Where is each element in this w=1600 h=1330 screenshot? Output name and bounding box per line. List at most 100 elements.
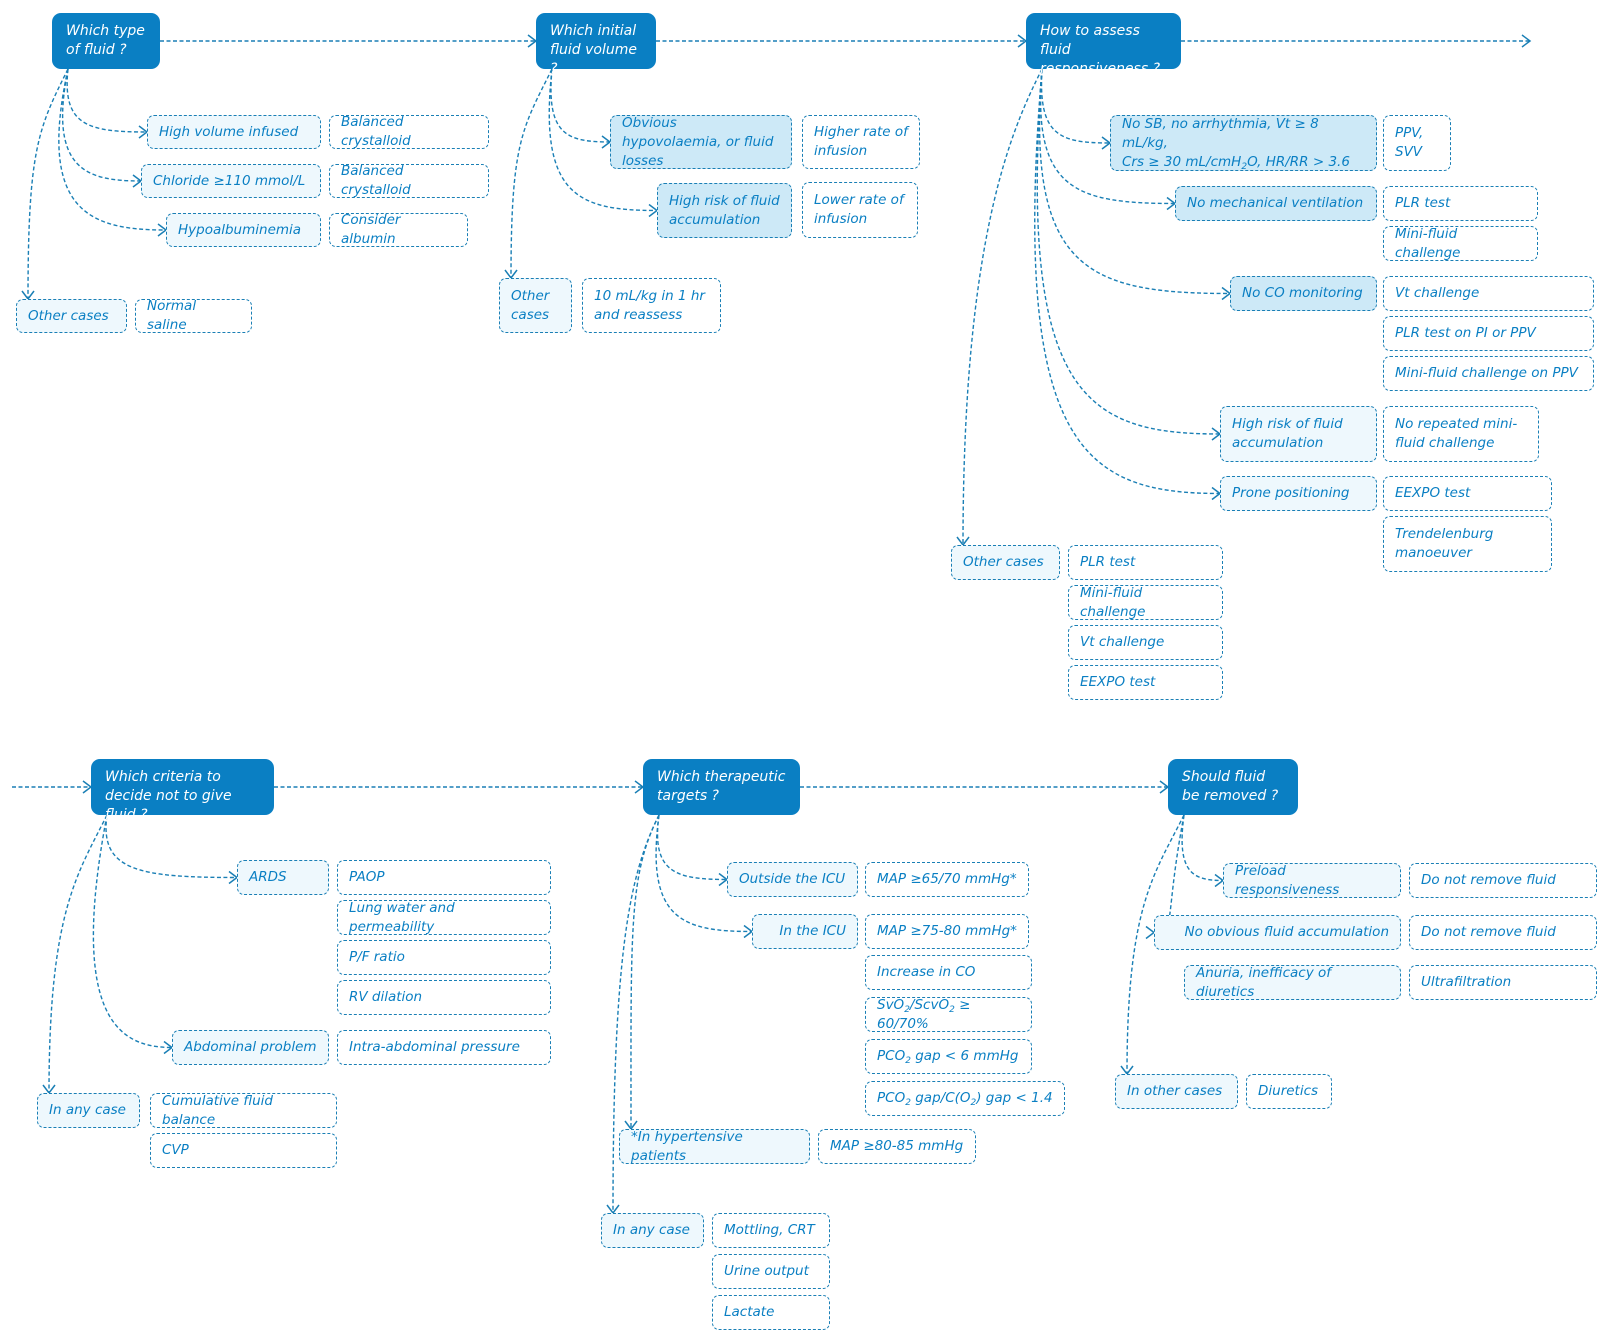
branch-arrowhead: [1101, 136, 1112, 150]
flow-q5-q6-arrowhead: [1159, 780, 1170, 794]
branch-arrowhead: [718, 872, 729, 887]
action-urine-output: Urine output: [712, 1254, 830, 1289]
condition-anuria: Anuria, inefficacy of diuretics: [1184, 965, 1401, 1000]
branch-arrowhead: [138, 125, 149, 139]
condition-ards: ARDS: [237, 860, 329, 895]
branch-arrowhead: [132, 174, 143, 188]
action-cumulative-fluid-balance: Cumulative fluid balance: [150, 1093, 337, 1128]
branch-q1-q1c2: [58, 68, 167, 231]
branch-arrowhead: [956, 536, 970, 547]
condition-high-risk-accumulation: High risk of fluid accumulation: [657, 183, 792, 238]
action-map-65-70: MAP ≥65/70 mmHg*: [865, 862, 1029, 897]
branch-q1-q1c3: [27, 68, 69, 300]
branch-q4-q4c1: [92, 814, 173, 1049]
question-assess-responsiveness: How to assess fluid responsiveness ?: [1026, 13, 1181, 77]
branch-arrowhead: [606, 1204, 620, 1215]
branch-q1-q1c1: [61, 68, 142, 182]
condition-no-obvious-accumulation: No obvious fluid accumulation: [1154, 915, 1401, 950]
action-do-not-remove-fluid: Do not remove fluid: [1409, 863, 1597, 898]
action-intra-abdominal-pressure: Intra-abdominal pressure: [337, 1030, 551, 1065]
action-lower-rate: Lower rate of infusion: [802, 182, 918, 238]
action-pf-ratio: P/F ratio: [337, 940, 551, 975]
action-cvp: CVP: [150, 1133, 337, 1168]
action-do-not-remove-fluid-2: Do not remove fluid: [1409, 915, 1597, 950]
action-lactate: Lactate: [712, 1295, 830, 1330]
question-fluid-removed: Should fluid be removed ?: [1168, 759, 1298, 815]
action-higher-rate: Higher rate of infusion: [802, 115, 920, 169]
flow-q3-next-arrowhead: [1521, 34, 1532, 48]
branch-arrowhead: [21, 290, 35, 301]
condition-other-cases: Other cases: [499, 278, 572, 333]
flow-prev-q4-arrowhead: [82, 780, 93, 794]
condition-hypoalbuminemia: Hypoalbuminemia: [166, 213, 321, 247]
action-diuretics: Diuretics: [1246, 1074, 1332, 1109]
action-text: SvO2/ScvO2 ≥ 60/70%: [877, 996, 971, 1032]
condition-in-any-case: In any case: [601, 1213, 704, 1248]
flow-q4-q5-arrowhead: [634, 780, 645, 794]
condition-no-co-monitoring: No CO monitoring: [1230, 276, 1377, 311]
action-svo2-scvo2: SvO2/ScvO2 ≥ 60/70%: [865, 997, 1032, 1032]
condition-no-sb-no-arrhythmia: No SB, no arrhythmia, Vt ≥ 8 mL/kg, Crs ≥…: [1110, 115, 1377, 171]
action-mini-fluid-challenge-2: Mini-fluid challenge: [1068, 585, 1223, 620]
branch-arrowhead: [504, 269, 518, 280]
action-lung-water: Lung water and permeability: [337, 900, 551, 935]
fluid-management-flowchart: Which type of fluid ? High volume infuse…: [0, 0, 1600, 1330]
action-pco2-gap-ratio: PCO2 gap/C(O2) gap < 1.4: [865, 1081, 1065, 1116]
branch-q5-q5c2: [630, 814, 660, 1130]
condition-chloride: Chloride ≥110 mmol/L: [141, 164, 321, 198]
branch-arrowhead: [648, 203, 659, 218]
action-vt-challenge-2: Vt challenge: [1068, 625, 1223, 660]
branch-arrowhead: [1120, 1065, 1134, 1076]
branch-arrowhead: [1211, 486, 1222, 501]
action-no-repeated-mini-fluid: No repeated mini-fluid challenge: [1383, 406, 1539, 462]
branch-arrowhead: [228, 870, 239, 885]
condition-abdominal-problem: Abdominal problem: [172, 1030, 329, 1065]
condition-high-volume-infused: High volume infused: [147, 115, 321, 149]
condition-text: No SB, no arrhythmia, Vt ≥ 8 mL/kg, Crs ≥…: [1122, 115, 1350, 172]
branch-q2-q2c2: [510, 68, 553, 279]
action-plr-test: PLR test: [1383, 186, 1538, 221]
action-text: PCO2 gap < 6 mmHg: [877, 1048, 1019, 1066]
branch-arrowhead: [1145, 925, 1156, 940]
action-vt-challenge: Vt challenge: [1383, 276, 1594, 311]
condition-prone-positioning: Prone positioning: [1220, 476, 1377, 511]
action-pco2-gap: PCO2 gap < 6 mmHg: [865, 1039, 1032, 1074]
flow-q2-q3-arrowhead: [1017, 34, 1028, 48]
branch-arrowhead: [1221, 286, 1232, 301]
action-map-75-80: MAP ≥75-80 mmHg*: [865, 914, 1029, 949]
condition-preload-responsiveness: Preload responsiveness: [1223, 863, 1401, 898]
branch-arrowhead: [42, 1084, 56, 1095]
flow-q1-q2-arrowhead: [527, 34, 538, 48]
branch-arrowhead: [1211, 427, 1222, 441]
branch-arrowhead: [163, 1040, 174, 1055]
condition-in-any-case: In any case: [37, 1093, 140, 1128]
action-eexpo-test-2: EEXPO test: [1068, 665, 1223, 700]
branch-arrowhead: [743, 924, 754, 939]
branch-arrowhead: [1214, 873, 1225, 888]
branch-q3-q3c2: [1038, 68, 1231, 295]
action-mini-fluid-challenge-ppv: Mini-fluid challenge on PPV: [1383, 356, 1594, 391]
action-eexpo-test: EEXPO test: [1383, 476, 1552, 511]
condition-in-the-icu: In the ICU: [752, 914, 858, 949]
action-mini-fluid-challenge: Mini-fluid challenge: [1383, 226, 1538, 261]
branch-q1-q1c0: [66, 68, 148, 133]
condition-high-risk-accumulation: High risk of fluid accumulation: [1220, 406, 1377, 462]
condition-outside-icu: Outside the ICU: [727, 862, 858, 897]
action-map-80-85: MAP ≥80-85 mmHg: [818, 1129, 976, 1164]
branch-arrowhead: [157, 223, 168, 237]
question-initial-fluid-volume: Which initial fluid volume ?: [536, 13, 656, 77]
branch-arrowhead: [1166, 196, 1177, 211]
branch-q2-q2c0: [550, 68, 611, 143]
action-trendelenburg: Trendelenburg manoeuver: [1383, 516, 1552, 572]
condition-other-cases: Other cases: [951, 545, 1060, 580]
condition-other-cases: Other cases: [16, 299, 127, 333]
action-ultrafiltration: Ultrafiltration: [1409, 965, 1597, 1000]
action-text: PCO2 gap/C(O2) gap < 1.4: [877, 1090, 1053, 1108]
branch-arrowhead: [601, 135, 612, 149]
action-consider-albumin: Consider albumin: [329, 212, 468, 247]
condition-no-mechanical-ventilation: No mechanical ventilation: [1175, 186, 1377, 221]
action-balanced-crystalloid-2: Balanced crystalloid: [329, 163, 489, 198]
condition-hypertensive: *In hypertensive patients: [619, 1129, 810, 1164]
action-ppv-svv: PPV, SVV: [1383, 115, 1451, 171]
question-therapeutic-targets: Which therapeutic targets ?: [643, 759, 800, 815]
